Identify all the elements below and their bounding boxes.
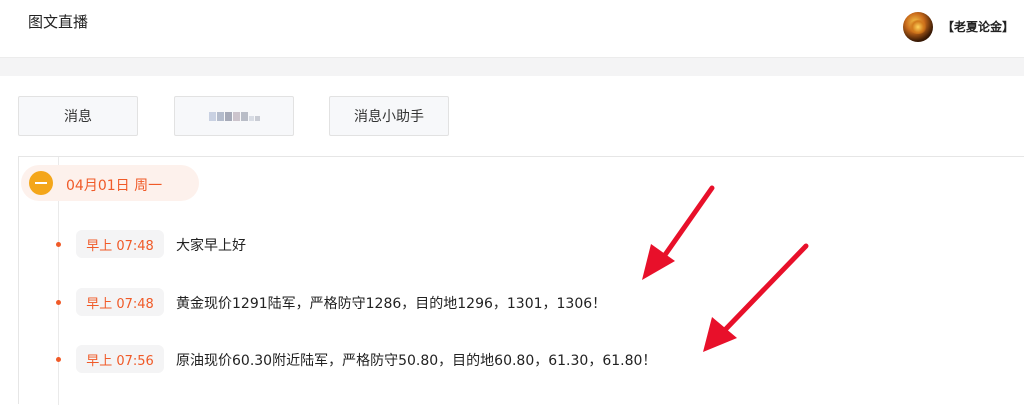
page-title: 图文直播 [28, 13, 89, 31]
author-avatar[interactable] [903, 12, 933, 42]
time-badge: 早上 07:56 [76, 345, 164, 373]
tab-bar: 消息 消息小助手 [0, 76, 1024, 156]
tab-label: 消息小助手 [354, 109, 424, 125]
message-text: 大家早上好 [176, 238, 246, 254]
timeline-dot [56, 300, 61, 305]
message-text: 黄金现价1291陆军，严格防守1286，目的地1296，1301，1306！ [176, 296, 607, 312]
tab-label: 消息 [64, 109, 92, 125]
author-name[interactable]: 【老夏论金】 [942, 18, 1014, 35]
list-item: 早上 07:48 黄金现价1291陆军，严格防守1286，目的地1296，130… [19, 287, 1024, 317]
message-text: 原油现价60.30附近陆军，严格防守50.80，目的地60.80，61.30，6… [176, 353, 657, 369]
date-label: 04月01日 周一 [66, 178, 163, 194]
list-item: 早上 07:56 原油现价60.30附近陆军，严格防守50.80，目的地60.8… [19, 344, 1024, 374]
timeline-dot [56, 242, 61, 247]
time-badge: 早上 07:48 [76, 230, 164, 258]
collapse-icon[interactable] [29, 171, 53, 195]
list-item: 早上 07:48 大家早上好 [19, 229, 1024, 259]
tab-message-assistant[interactable]: 消息小助手 [329, 96, 449, 136]
tab-blurred[interactable] [174, 96, 294, 136]
blurred-label-mosaic [208, 111, 260, 121]
time-badge: 早上 07:48 [76, 288, 164, 316]
tab-messages[interactable]: 消息 [18, 96, 138, 136]
top-header: 图文直播 【老夏论金】 [0, 0, 1024, 58]
timeline-dot [56, 357, 61, 362]
date-header[interactable]: 04月01日 周一 [21, 165, 199, 201]
live-feed: 04月01日 周一 早上 07:48 大家早上好 早上 07:48 黄金现价12… [18, 156, 1024, 405]
section-divider [0, 58, 1024, 76]
